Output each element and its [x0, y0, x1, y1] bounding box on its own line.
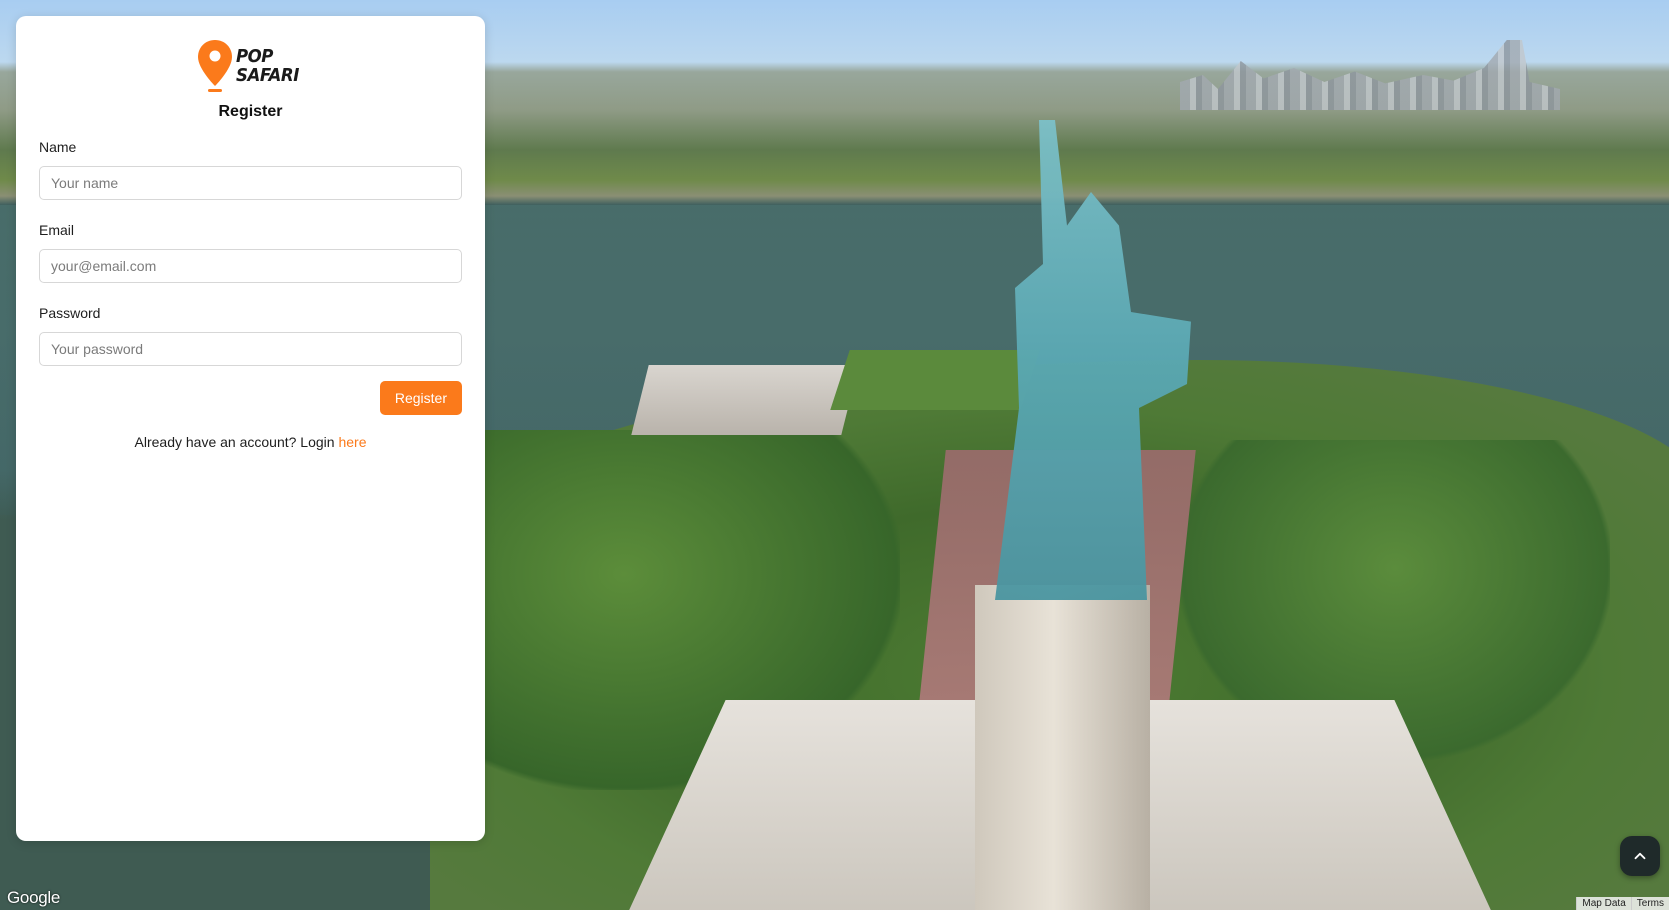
map-pin-icon	[198, 40, 233, 92]
login-link[interactable]: here	[338, 434, 366, 450]
map-building	[631, 365, 859, 435]
map-skyline	[1180, 40, 1560, 110]
register-panel: POP SAFARI Register Name Email Password …	[16, 16, 485, 841]
terms-link[interactable]: Terms	[1630, 897, 1669, 910]
login-prompt: Already have an account? Login here	[39, 434, 462, 450]
brand-name: POP SAFARI	[236, 47, 299, 85]
name-label: Name	[39, 139, 77, 155]
page-title: Register	[218, 103, 283, 120]
form-actions: Register	[39, 381, 462, 415]
brand-logo: POP SAFARI	[39, 38, 462, 94]
email-label: Email	[39, 222, 75, 238]
brand-line-2: SAFARI	[236, 65, 300, 86]
chevron-up-icon	[1634, 852, 1646, 860]
map-building-roof	[830, 350, 1040, 410]
password-label: Password	[39, 305, 101, 321]
password-input[interactable]	[39, 332, 462, 366]
scroll-top-button[interactable]	[1620, 836, 1660, 876]
email-input[interactable]	[39, 249, 462, 283]
google-logo: Google	[7, 888, 61, 907]
name-input[interactable]	[39, 166, 462, 200]
login-prompt-text: Already have an account? Login	[134, 434, 335, 450]
brand-line-1: POP	[236, 46, 274, 67]
register-button[interactable]: Register	[379, 381, 462, 415]
map-statue-pedestal	[975, 585, 1150, 910]
map-footer: Map Data Terms	[1576, 897, 1669, 910]
map-data-link[interactable]: Map Data	[1576, 897, 1631, 910]
